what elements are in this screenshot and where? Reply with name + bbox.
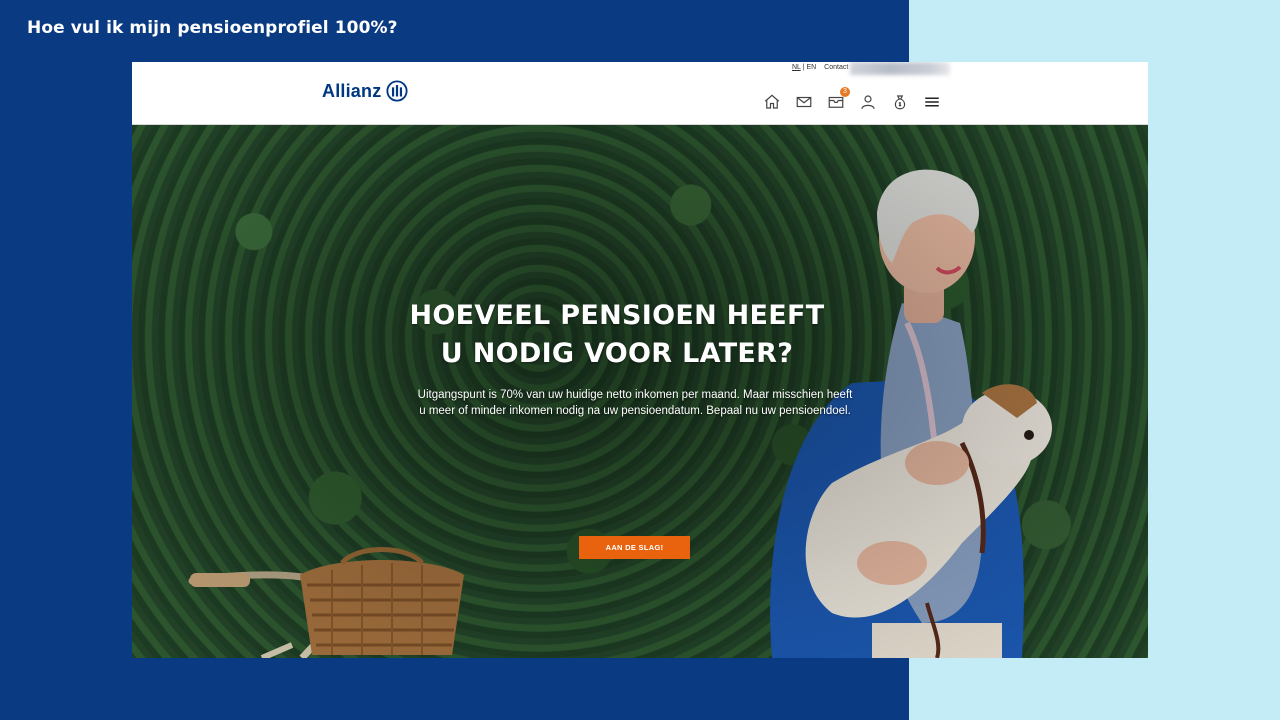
hero-banner: HOEVEEL PENSIOEN HEEFT U NODIG VOOR LATE… bbox=[132, 125, 1148, 658]
lang-en-link[interactable]: EN bbox=[806, 64, 816, 71]
inbox-icon[interactable]: 3 bbox=[827, 87, 850, 111]
hero-title: HOEVEEL PENSIOEN HEEFT U NODIG VOOR LATE… bbox=[382, 297, 852, 373]
blurred-user-info bbox=[850, 62, 950, 75]
inbox-badge: 3 bbox=[840, 87, 850, 97]
video-title: Hoe vul ik mijn pensioenprofiel 100%? bbox=[27, 18, 398, 38]
site-header: Allianz NL | EN Contact 3 bbox=[132, 62, 1148, 125]
user-icon[interactable] bbox=[859, 93, 877, 111]
home-icon[interactable] bbox=[763, 93, 781, 111]
browser-viewport: Allianz NL | EN Contact 3 HOEVEEL PENSIO… bbox=[132, 62, 1148, 658]
nav-icons: 3 bbox=[763, 87, 955, 111]
mail-icon[interactable] bbox=[795, 93, 813, 111]
money-bag-icon[interactable] bbox=[891, 93, 909, 111]
top-links: NL | EN Contact bbox=[792, 64, 848, 71]
lang-separator: | bbox=[802, 64, 805, 71]
start-button[interactable]: AAN DE SLAG! bbox=[579, 536, 690, 559]
language-switch: NL | EN bbox=[792, 64, 816, 71]
allianz-eagle-icon bbox=[386, 80, 408, 102]
logo-text: Allianz bbox=[322, 80, 382, 101]
hero-title-line-1: HOEVEEL PENSIOEN HEEFT bbox=[409, 300, 825, 331]
menu-icon[interactable] bbox=[923, 93, 941, 111]
hero-description: Uitgangspunt is 70% van uw huidige netto… bbox=[417, 389, 853, 417]
allianz-logo[interactable]: Allianz bbox=[322, 80, 408, 102]
lang-nl-link[interactable]: NL bbox=[792, 64, 801, 71]
hero-title-line-2: U NODIG VOOR LATER? bbox=[440, 338, 794, 369]
contact-link[interactable]: Contact bbox=[824, 64, 848, 71]
